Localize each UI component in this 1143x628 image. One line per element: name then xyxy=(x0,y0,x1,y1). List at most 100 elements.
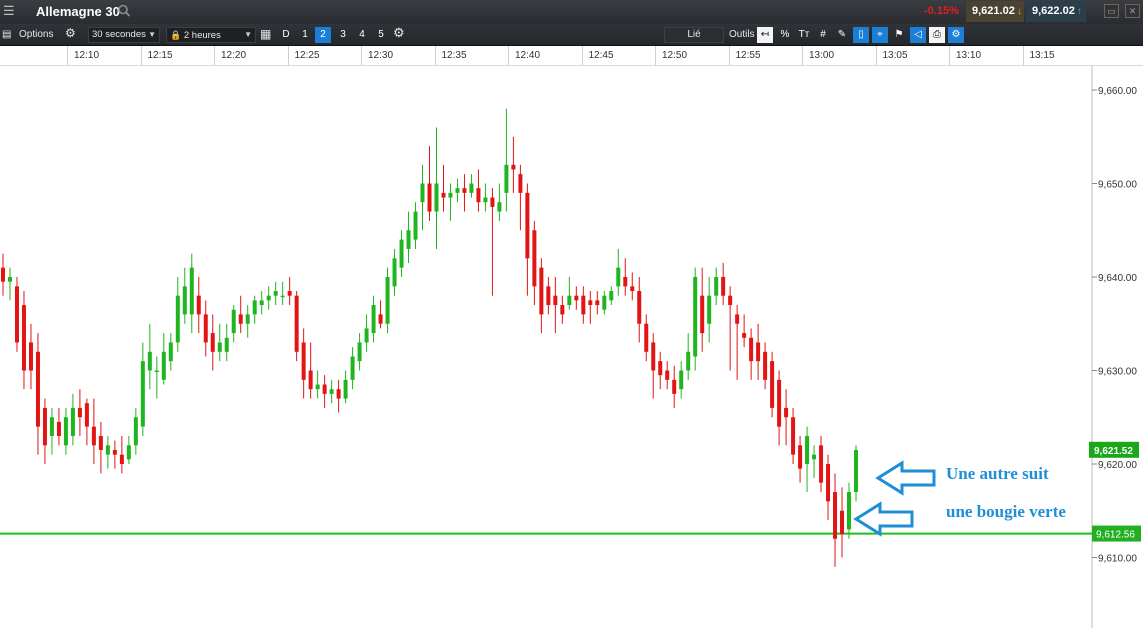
candle-down xyxy=(623,277,628,287)
candle-down xyxy=(553,295,558,306)
tools-button[interactable]: Outils xyxy=(729,28,755,42)
time-tick-label: 12:45 xyxy=(581,46,614,66)
candle-up xyxy=(693,277,698,357)
time-tick-label: 13:10 xyxy=(949,46,981,66)
calendar-icon[interactable]: ▦ xyxy=(260,27,271,41)
candle-up xyxy=(231,309,236,334)
candle-down xyxy=(196,295,201,315)
candle-down xyxy=(742,333,747,338)
period-3[interactable]: 3 xyxy=(335,27,351,43)
candle-up xyxy=(329,389,334,394)
options-button[interactable]: Options xyxy=(19,28,53,42)
candle-down xyxy=(427,183,432,212)
candle-down xyxy=(756,342,761,362)
candle-up xyxy=(406,230,411,249)
settings-brush-icon[interactable]: ⚙ xyxy=(948,27,964,43)
candle-up xyxy=(602,295,607,310)
candle-down xyxy=(287,291,292,296)
candle-down xyxy=(308,370,313,390)
candle-up xyxy=(315,384,320,390)
candle-up xyxy=(133,417,138,446)
sell-price-button[interactable]: 9,621.02 ↓ xyxy=(966,1,1024,22)
options-menu-icon[interactable]: ▤ xyxy=(2,28,11,42)
back-to-latest-icon[interactable]: ↤ xyxy=(757,27,773,43)
label-icon[interactable]: ◁ xyxy=(910,27,926,43)
annotation-text-line1: Une autre suit xyxy=(946,464,1049,483)
detach-window-icon[interactable]: ▭ xyxy=(1104,4,1119,18)
up-arrow-icon: ↑ xyxy=(1076,6,1082,17)
candle-up xyxy=(385,277,390,324)
candle-up xyxy=(847,492,852,530)
candle-down xyxy=(322,384,327,394)
candle-down xyxy=(595,300,600,306)
candle-down xyxy=(539,267,544,315)
candle-up xyxy=(161,351,166,380)
percent-icon[interactable]: % xyxy=(777,27,793,43)
candle-up xyxy=(252,300,257,315)
candle-up xyxy=(609,291,614,301)
candle-up xyxy=(679,370,684,390)
candle-down xyxy=(630,286,635,292)
period-2[interactable]: 2 xyxy=(315,27,331,43)
candle-down xyxy=(651,342,656,371)
sell-price: 9,621.02 xyxy=(972,5,1015,17)
close-icon[interactable]: ✕ xyxy=(1125,4,1140,18)
range-select[interactable]: 🔒 2 heures ▼ xyxy=(166,27,256,43)
candle-up xyxy=(266,295,271,301)
candle-down xyxy=(511,164,516,170)
candle-down xyxy=(98,435,103,450)
candle-up xyxy=(616,267,621,287)
gear-icon[interactable]: ⚙ xyxy=(65,26,76,40)
hamburger-menu-icon[interactable]: ☰ xyxy=(3,4,17,18)
grid-icon[interactable]: # xyxy=(815,27,831,43)
interval-select[interactable]: 30 secondes ▼ xyxy=(88,27,160,43)
price-chart[interactable]: 9,660.00 9,650.00 9,640.00 9,630.00 9,620.00… xyxy=(0,66,1143,628)
candle-down xyxy=(728,295,733,306)
candle-down xyxy=(588,300,593,306)
candle-up xyxy=(707,295,712,324)
candle-down xyxy=(119,454,124,464)
candle-down xyxy=(735,314,740,324)
candle-up xyxy=(805,435,810,464)
candle-down xyxy=(826,464,831,502)
candle-up xyxy=(224,337,229,352)
period-1[interactable]: 1 xyxy=(297,27,313,43)
candle-down xyxy=(763,351,768,380)
interval-value: 30 secondes xyxy=(92,29,146,40)
candle-up xyxy=(343,379,348,399)
period-5[interactable]: 5 xyxy=(373,27,389,43)
chart-settings-gear-icon[interactable]: ⚙ xyxy=(393,26,405,40)
candle-up xyxy=(140,361,145,427)
candle-down xyxy=(665,370,670,380)
candlestick-chart-svg: 9,660.00 9,650.00 9,640.00 9,630.00 9,620.00… xyxy=(0,66,1141,628)
buy-price: 9,622.02 xyxy=(1032,5,1075,17)
crosshair-icon[interactable]: ⌖ xyxy=(872,27,888,43)
alert-icon[interactable]: ⚑ xyxy=(891,27,907,43)
candle-up xyxy=(259,300,264,306)
print-icon[interactable]: ⎙ xyxy=(929,27,945,43)
chevron-down-icon: ▼ xyxy=(148,30,156,39)
time-tick-label: 12:50 xyxy=(655,46,687,66)
range-value: 2 heures xyxy=(183,30,221,41)
search-icon[interactable] xyxy=(117,3,131,19)
link-button[interactable]: Lié xyxy=(664,27,724,43)
candle-down xyxy=(700,295,705,334)
period-4[interactable]: 4 xyxy=(354,27,370,43)
candle-down xyxy=(525,192,530,259)
time-tick-label: 12:35 xyxy=(434,46,467,66)
candlestick-icon[interactable]: ▯ xyxy=(853,27,869,43)
candle-up xyxy=(147,351,152,371)
buy-price-button[interactable]: 9,622.02 ↑ xyxy=(1026,1,1086,22)
candle-down xyxy=(28,342,33,371)
candle-up xyxy=(420,183,425,203)
period-d[interactable]: D xyxy=(278,27,294,43)
candle-down xyxy=(91,426,96,446)
text-size-icon[interactable]: Tт xyxy=(796,27,812,43)
annotation-text-line2: une bougie verte xyxy=(946,502,1066,521)
time-tick-label: 12:10 xyxy=(67,46,99,66)
candle-up xyxy=(371,305,376,334)
candle-down xyxy=(518,174,523,193)
candle-up xyxy=(567,295,572,306)
drawing-pen-icon[interactable]: ✎ xyxy=(834,27,850,43)
candle-down xyxy=(301,342,306,380)
